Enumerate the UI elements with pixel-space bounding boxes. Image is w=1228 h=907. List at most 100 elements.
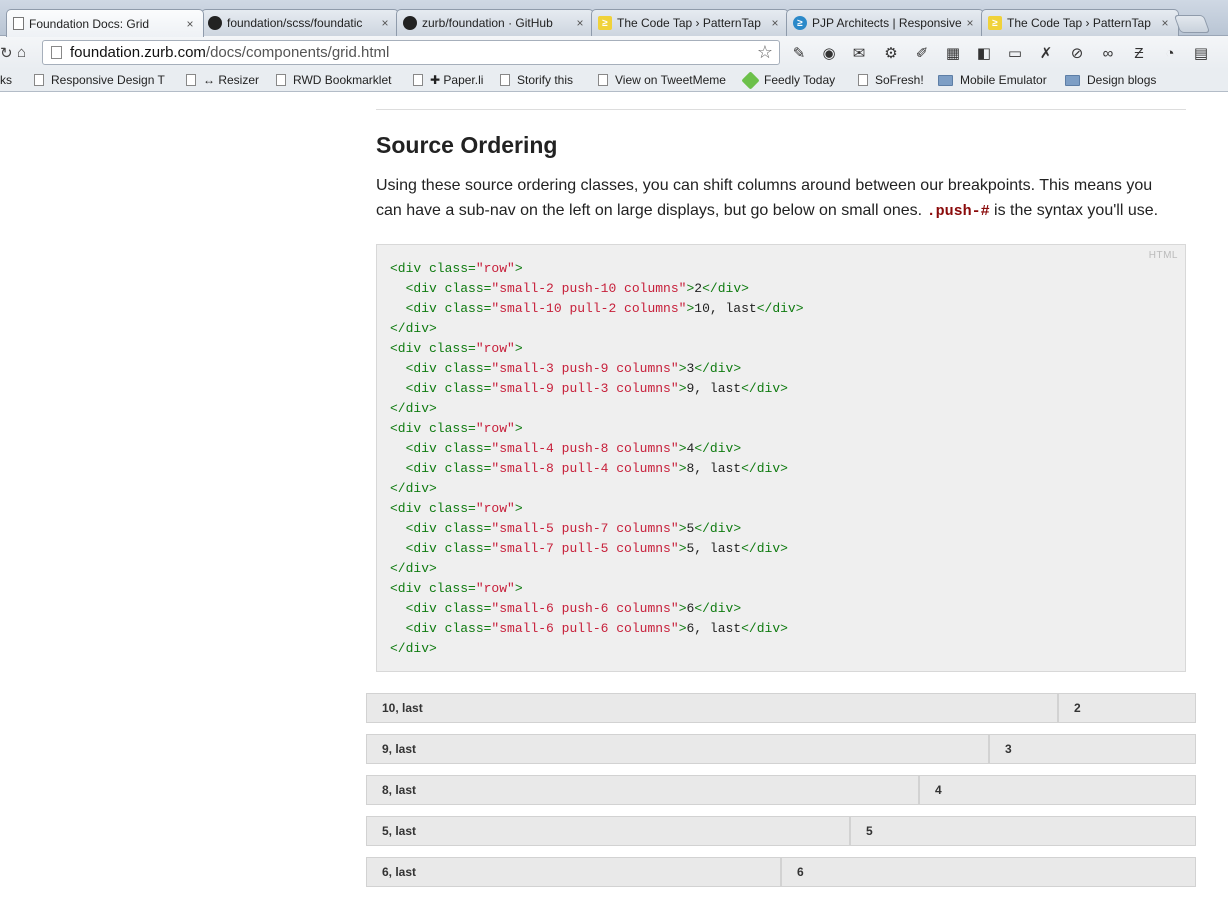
page-icon (500, 74, 510, 86)
divider (376, 109, 1186, 110)
browser-tab[interactable]: zurb/foundation · GitHub × (396, 9, 594, 36)
code-line: <div class="row"> (390, 421, 523, 436)
browser-toolbar: ↻ ⌂ foundation.zurb.com/docs/components/… (0, 36, 1228, 69)
feedly-icon (741, 70, 760, 90)
bookmark-item[interactable]: ✚ Paper.li (413, 73, 483, 87)
bookmark-item[interactable]: Mobile Emulator (938, 73, 1047, 87)
bookmark-label: Mobile Emulator (960, 73, 1047, 87)
github-icon (208, 16, 222, 30)
code-line: <div class="small-7 pull-5 columns">5, l… (390, 541, 788, 556)
browser-tab[interactable]: ≥ PJP Architects | Responsive × (786, 9, 984, 36)
bookmark-item[interactable]: SoFresh! (858, 73, 924, 87)
page-icon (413, 74, 423, 86)
reload-icon[interactable]: ↻ (0, 44, 13, 62)
bookmark-item[interactable]: Responsive Design T (34, 73, 165, 87)
demo-cell-side: 5 (850, 816, 1196, 846)
code-line: <div class="small-4 push-8 columns">4</d… (390, 441, 742, 456)
code-line: </div> (390, 481, 437, 496)
demo-cell-main: 8, last (366, 775, 919, 805)
bookmark-item[interactable]: Storify this (500, 73, 573, 87)
pjp-icon: ≥ (793, 16, 807, 30)
code-language-label: HTML (1148, 250, 1178, 261)
bookmark-label: View on TweetMeme (615, 73, 726, 87)
window-resizer-icon[interactable]: ◧ (974, 43, 994, 63)
page-icon (598, 74, 608, 86)
demo-cell-main: 5, last (366, 816, 850, 846)
zootool-icon[interactable]: Ƶ (1129, 43, 1149, 63)
bookmark-label: Responsive Design T (51, 73, 165, 87)
colorpicker-icon[interactable]: ✐ (912, 43, 932, 63)
close-tab-icon[interactable]: × (1158, 16, 1172, 30)
bookmark-item[interactable]: Feedly Today (741, 70, 835, 90)
bookmark-item[interactable]: Design blogs (1065, 73, 1156, 87)
page-icon (13, 17, 24, 30)
code-line: <div class="row"> (390, 581, 523, 596)
browser-tab[interactable]: foundation/scss/foundatic × (201, 9, 399, 36)
notes-icon[interactable]: ▤ (1191, 43, 1211, 63)
address-bar[interactable]: foundation.zurb.com/docs/components/grid… (42, 40, 780, 65)
tab-title: zurb/foundation · GitHub (422, 16, 553, 30)
url-host: foundation.zurb.com (70, 44, 206, 61)
eyedropper-icon[interactable]: ✎ (789, 43, 809, 63)
demo-cell-main: 6, last (366, 857, 781, 887)
code-line: </div> (390, 401, 437, 416)
page-icon (276, 74, 286, 86)
code-line: <div class="small-6 push-6 columns">6</d… (390, 601, 742, 616)
browser-tab[interactable]: Foundation Docs: Grid × (6, 9, 204, 37)
screen-icon[interactable]: ▭ (1005, 43, 1025, 63)
close-tab-icon[interactable]: × (183, 17, 197, 31)
tab-title: foundation/scss/foundatic (227, 16, 363, 30)
code-line: <div class="small-9 pull-3 columns">9, l… (390, 381, 788, 396)
close-tab-icon[interactable]: × (963, 16, 977, 30)
bookmark-item[interactable]: ks (0, 73, 12, 87)
section-intro: Using these source ordering classes, you… (376, 173, 1176, 224)
tab-title: The Code Tap › PatternTap (617, 16, 761, 30)
code-line: <div class="small-10 pull-2 columns">10,… (390, 301, 804, 316)
speedometer-icon[interactable]: ◔ (1160, 43, 1180, 63)
demo-cell-side: 6 (781, 857, 1196, 887)
link-icon[interactable]: ∞ (1098, 43, 1118, 63)
mail-icon[interactable]: ✉ (849, 43, 869, 63)
close-tab-icon[interactable]: × (573, 16, 587, 30)
stop-icon[interactable]: ⊘ (1067, 43, 1087, 63)
gear-icon[interactable]: ⚙ (881, 43, 901, 63)
bookmarks-bar: ks Responsive Design T ↔ Resizer RWD Bookma… (0, 69, 1228, 92)
demo-row: 5, last 5 (366, 816, 1196, 846)
code-line: </div> (390, 561, 437, 576)
code-line: <div class="small-8 pull-4 columns">8, l… (390, 461, 788, 476)
delicious-icon[interactable]: ▦ (943, 43, 963, 63)
code-line: <div class="row"> (390, 501, 523, 516)
page-icon (858, 74, 868, 86)
code-block: HTML <div class="row"> <div class="small… (376, 244, 1186, 672)
demo-cell-main: 10, last (366, 693, 1058, 723)
github-icon (403, 16, 417, 30)
home-icon[interactable]: ⌂ (17, 44, 26, 61)
tab-title: The Code Tap › PatternTap (1007, 16, 1151, 30)
page-icon (34, 74, 44, 86)
page-icon (51, 46, 62, 59)
wrench-icon[interactable]: ✗ (1036, 43, 1056, 63)
bookmark-label: ks (0, 73, 12, 87)
demo-row: 9, last 3 (366, 734, 1196, 764)
bookmark-item[interactable]: RWD Bookmarklet (276, 73, 391, 87)
folder-icon (938, 74, 953, 86)
page-icon (186, 74, 196, 86)
new-tab-button[interactable] (1173, 15, 1211, 33)
bookmark-label: RWD Bookmarklet (293, 73, 392, 87)
grid-demo: 10, last 2 9, last 3 8, last 4 5, last 5 6, last… (366, 693, 1196, 898)
bookmark-star-icon[interactable]: ☆ (757, 42, 773, 63)
intro-code: .push-# (926, 203, 990, 220)
close-tab-icon[interactable]: × (378, 16, 392, 30)
code-line: <div class="row"> (390, 341, 523, 356)
browser-tab[interactable]: ≥ The Code Tap › PatternTap × (591, 9, 789, 36)
browser-tab[interactable]: ≥ The Code Tap › PatternTap × (981, 9, 1179, 36)
github-ext-icon[interactable]: ◉ (819, 43, 839, 63)
demo-cell-side: 4 (919, 775, 1196, 805)
bookmark-item[interactable]: View on TweetMeme (598, 73, 726, 87)
demo-row: 10, last 2 (366, 693, 1196, 723)
url-path: /docs/components/grid.html (205, 44, 390, 61)
bookmark-item[interactable]: ↔ Resizer (186, 73, 259, 87)
bookmark-label: SoFresh! (875, 73, 924, 87)
close-tab-icon[interactable]: × (768, 16, 782, 30)
demo-cell-main: 9, last (366, 734, 989, 764)
